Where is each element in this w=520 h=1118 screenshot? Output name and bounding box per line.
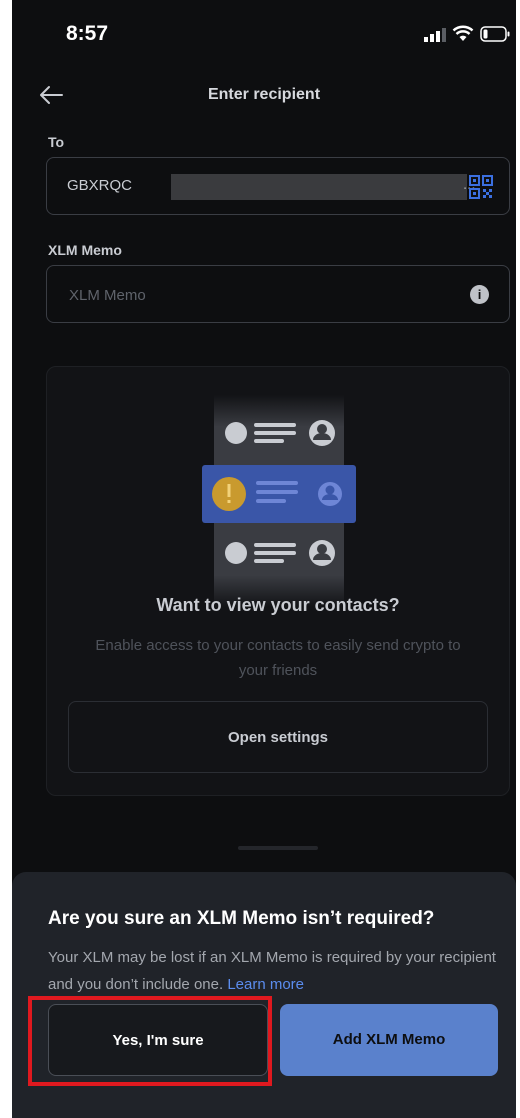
qr-code-icon[interactable] [469, 175, 493, 199]
contacts-illustration [202, 395, 356, 607]
redacted-address-mask [171, 174, 467, 200]
status-bar: 8:57 [12, 0, 516, 70]
learn-more-link[interactable]: Learn more [227, 976, 304, 993]
memo-field[interactable]: i [46, 265, 510, 323]
wifi-icon [452, 25, 474, 41]
highlight-box [28, 996, 272, 1086]
memo-confirm-sheet: Are you sure an XLM Memo isn’t required?… [12, 872, 516, 1118]
battery-icon [480, 26, 510, 42]
top-bar: Enter recipient [12, 72, 516, 120]
to-label: To [48, 134, 65, 150]
page-title: Enter recipient [207, 86, 321, 103]
memo-label: XLM Memo [48, 242, 122, 258]
dialog-title: Are you sure an XLM Memo isn’t required? [48, 908, 435, 929]
phone-screen: 8:57 Enter recipient To GBXRQC ... XLM M… [12, 0, 516, 1118]
info-icon[interactable]: i [470, 285, 489, 304]
scroll-indicator [238, 846, 318, 850]
open-settings-button[interactable]: Open settings [68, 701, 488, 773]
dialog-description: Your XLM may be lost if an XLM Memo is r… [48, 944, 504, 998]
contacts-permission-card: Want to view your contacts? Enable acces… [46, 366, 510, 796]
recipient-address-value: GBXRQC [67, 177, 133, 194]
signal-icon [424, 28, 446, 42]
recipient-address-field[interactable]: GBXRQC ... [46, 157, 510, 215]
contacts-title: Want to view your contacts? [156, 595, 400, 615]
memo-input[interactable] [67, 280, 451, 310]
add-memo-button[interactable]: Add XLM Memo [280, 1004, 498, 1076]
status-time: 8:57 [66, 22, 109, 45]
contacts-description: Enable access to your contacts to easily… [95, 637, 461, 679]
